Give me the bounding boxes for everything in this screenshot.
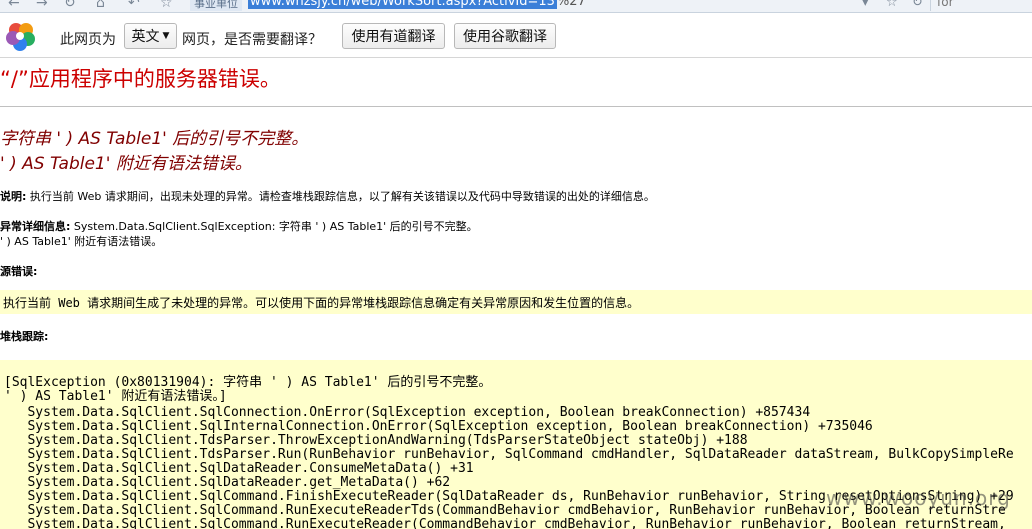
address-bar[interactable]: www.whzsjy.cn/web/WorkSort.aspx?ActivId=… bbox=[248, 0, 848, 11]
chevron-down-icon: ▼ bbox=[162, 31, 170, 41]
source-error-box: 执行当前 Web 请求期间生成了未处理的异常。可以使用下面的异常堆栈跟踪信息确定… bbox=[0, 290, 1032, 314]
stack-line: System.Data.SqlClient.TdsParser.Run(RunB… bbox=[4, 447, 1014, 462]
translate-prefix: 此网页为 bbox=[60, 32, 116, 48]
favorite-icon[interactable]: ☆ bbox=[886, 0, 898, 10]
translate-question: 网页，是否需要翻译？ bbox=[182, 32, 322, 48]
undo-icon[interactable]: ↶ bbox=[128, 0, 140, 11]
youdao-translate-button[interactable]: 使用有道翻译 bbox=[342, 23, 445, 49]
description-text: 执行当前 Web 请求期间，出现未处理的异常。请检查堆栈跟踪信息，以了解有关该错… bbox=[26, 190, 655, 203]
site-tag: 事业单位 bbox=[190, 0, 242, 11]
language-select[interactable]: 英文 ▼ bbox=[124, 23, 177, 49]
stack-trace-label: 堆栈跟踪: bbox=[0, 330, 49, 343]
stack-line: System.Data.SqlClient.SqlInternalConnect… bbox=[4, 419, 873, 434]
address-selected-text: www.whzsjy.cn/web/WorkSort.aspx?ActivId=… bbox=[248, 0, 557, 9]
stack-line: System.Data.SqlClient.SqlConnection.OnEr… bbox=[4, 405, 811, 420]
search-text: for bbox=[937, 0, 954, 9]
source-error-text: 执行当前 Web 请求期间生成了未处理的异常。可以使用下面的异常堆栈跟踪信息确定… bbox=[3, 296, 640, 310]
divider bbox=[0, 106, 1032, 107]
stack-line: [SqlException (0x80131904): 字符串 ' ) AS T… bbox=[4, 375, 492, 390]
reload-icon[interactable]: ↻ bbox=[912, 0, 923, 10]
watermark: www.wooyun.org bbox=[826, 486, 1011, 510]
exception-label: 异常详细信息: bbox=[0, 220, 71, 233]
error-message-line1: 字符串 ' ) AS Table1' 后的引号不完整。 bbox=[0, 129, 309, 149]
description-label: 说明: bbox=[0, 190, 27, 203]
dropdown-icon[interactable]: ▾ bbox=[862, 0, 869, 10]
language-value: 英文 bbox=[131, 29, 160, 45]
home-icon[interactable]: ⌂ bbox=[96, 0, 105, 11]
stack-line: ' ) AS Table1' 附近有语法错误。] bbox=[4, 389, 227, 404]
error-message-line2: ' ) AS Table1' 附近有语法错误。 bbox=[0, 154, 252, 174]
refresh-icon[interactable]: ↻ bbox=[64, 0, 76, 11]
forward-icon[interactable]: → bbox=[36, 0, 48, 11]
browser-logo-icon bbox=[6, 23, 35, 51]
address-rest-text: %27 bbox=[556, 0, 586, 9]
stack-line: System.Data.SqlClient.SqlCommand.RunExec… bbox=[4, 517, 1006, 529]
stack-line: System.Data.SqlClient.SqlDataReader.get_… bbox=[4, 475, 451, 490]
browser-toolbar: ← → ↻ ⌂ ↶ ☆ 事业单位 www.whzsjy.cn/web/WorkS… bbox=[0, 0, 1032, 13]
page-title: “/”应用程序中的服务器错误。 bbox=[0, 67, 281, 91]
translate-bar: 此网页为 英文 ▼ 网页，是否需要翻译？ 使用有道翻译 使用谷歌翻译 bbox=[0, 13, 1032, 58]
description: 说明: 执行当前 Web 请求期间，出现未处理的异常。请检查堆栈跟踪信息，以了解… bbox=[0, 188, 655, 204]
google-translate-button[interactable]: 使用谷歌翻译 bbox=[454, 23, 556, 49]
exception-line2: ' ) AS Table1' 附近有语法错误。 bbox=[0, 235, 163, 248]
stack-line: System.Data.SqlClient.SqlDataReader.Cons… bbox=[4, 461, 474, 476]
stack-line: System.Data.SqlClient.TdsParser.ThrowExc… bbox=[4, 433, 748, 448]
exception-text: System.Data.SqlClient.SqlException: 字符串 … bbox=[70, 220, 478, 233]
exception-details: 异常详细信息: System.Data.SqlClient.SqlExcepti… bbox=[0, 218, 478, 234]
search-input[interactable]: for bbox=[930, 0, 1032, 11]
source-error-label: 源错误: bbox=[0, 265, 38, 278]
back-icon[interactable]: ← bbox=[8, 0, 20, 11]
star-icon[interactable]: ☆ bbox=[160, 0, 173, 11]
